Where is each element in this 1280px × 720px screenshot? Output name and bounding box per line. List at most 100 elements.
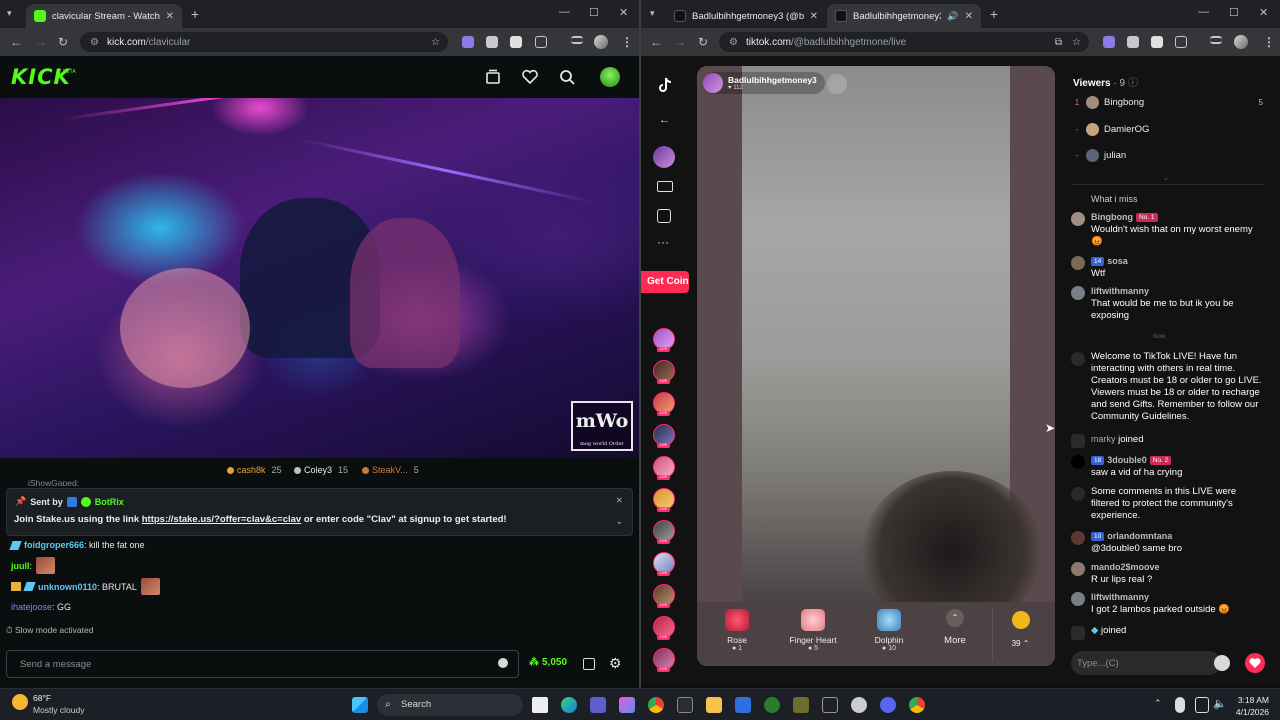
file-explorer-icon[interactable]	[706, 697, 722, 713]
chat-username[interactable]: unknown0110	[38, 582, 97, 592]
more-dots-icon[interactable]: ···	[657, 235, 669, 249]
windows-start-icon[interactable]	[352, 697, 368, 713]
gift-rose[interactable]: Rose ● 1	[707, 609, 767, 652]
get-coins-button[interactable]: Get Coins	[641, 271, 689, 293]
xbox-icon[interactable]	[764, 697, 780, 713]
close-icon[interactable]: ✕	[166, 11, 174, 22]
chat-avatar[interactable]	[1071, 286, 1085, 300]
chat-username[interactable]: orlandomntana	[1107, 531, 1172, 541]
chrome-icon[interactable]	[909, 697, 925, 713]
host-avatar[interactable]	[703, 73, 723, 93]
discord-icon[interactable]	[880, 697, 896, 713]
epic-games-icon[interactable]	[822, 697, 838, 713]
info-icon[interactable]: ⓘ	[1128, 78, 1138, 89]
expand-chevron-icon[interactable]: ⌄	[1163, 174, 1169, 182]
address-bar[interactable]: ⚙ tiktok.com/@badlulbihhgetmone/live ⧉ ☆	[719, 32, 1089, 52]
top-viewer[interactable]: - julian	[1073, 148, 1263, 162]
extension-icon[interactable]	[1127, 36, 1139, 48]
chevron-down-icon[interactable]: ⌄	[615, 516, 623, 527]
tray-chevron-icon[interactable]: ⌃	[1154, 698, 1162, 709]
volume-icon[interactable]: 🔈	[1213, 697, 1227, 710]
top-gifter[interactable]: Coley3 15	[294, 465, 348, 475]
live-channel-avatar[interactable]: LIVE	[653, 552, 675, 576]
kick-logo[interactable]: KICK	[11, 65, 71, 89]
bookmark-star-icon[interactable]: ☆	[431, 37, 440, 48]
chat-username[interactable]: 3double0	[1107, 455, 1147, 465]
clock-time[interactable]: 3:18 AM	[1233, 695, 1269, 705]
minimize-icon[interactable]: —	[559, 6, 570, 18]
window-close-icon[interactable]: ✕	[619, 6, 628, 19]
unpin-icon[interactable]: ⨯	[615, 495, 623, 506]
menu-dots-icon[interactable]: ⋮	[1263, 35, 1275, 49]
back-icon[interactable]: ←	[650, 35, 662, 49]
media-controls-icon[interactable]	[1210, 36, 1222, 44]
gift-finger-heart[interactable]: Finger Heart ● 5	[783, 609, 843, 652]
clock-date[interactable]: 4/1/2026	[1233, 707, 1269, 717]
gift-icon[interactable]	[583, 658, 595, 670]
user-avatar[interactable]	[600, 67, 620, 87]
tab-tiktok-1[interactable]: Badlulbihhgetmoney3 (@badlu ✕	[666, 4, 826, 28]
pinned-link[interactable]: https://stake.us/?offer=clav&c=clav	[142, 514, 301, 525]
profile-avatar-icon[interactable]	[1234, 35, 1248, 49]
top-gifter[interactable]: SteakV... 5	[362, 465, 419, 475]
site-info-icon[interactable]: ⚙	[729, 37, 738, 48]
reload-icon[interactable]: ↻	[58, 35, 68, 49]
copilot-icon[interactable]	[619, 697, 635, 713]
extensions-puzzle-icon[interactable]	[535, 36, 547, 48]
live-channel-avatar[interactable]: LIVE	[653, 520, 675, 544]
live-channel-avatar[interactable]: LIVE	[653, 328, 675, 352]
stream-video[interactable]	[0, 98, 639, 458]
top-viewer[interactable]: - DamierOG	[1073, 122, 1263, 136]
live-channel-avatar[interactable]: LIVE	[653, 648, 675, 672]
live-channel-avatar[interactable]: LIVE	[653, 392, 675, 416]
temperature[interactable]: 68°F	[33, 693, 51, 703]
live-channel-avatar[interactable]: LIVE	[653, 616, 675, 640]
emoji-icon[interactable]	[498, 658, 508, 668]
top-viewer[interactable]: 1 Bingbong 5	[1073, 95, 1263, 109]
app-icon[interactable]	[793, 697, 809, 713]
live-channel-avatar[interactable]: LIVE	[653, 456, 675, 480]
chat-username[interactable]: Bingbong	[1091, 212, 1133, 222]
live-video[interactable]	[742, 66, 1042, 631]
back-icon[interactable]: ←	[10, 35, 22, 49]
bookmark-star-icon[interactable]: ☆	[1072, 37, 1081, 48]
live-channel-avatar[interactable]: LIVE	[653, 584, 675, 608]
tab-kick[interactable]: clavicular Stream - Watch Live o ✕	[26, 4, 182, 28]
maximize-icon[interactable]: ☐	[589, 6, 599, 19]
profile-avatar-icon[interactable]	[594, 35, 608, 49]
forward-icon[interactable]: →	[35, 35, 47, 49]
tab-search-icon[interactable]: ▾	[650, 8, 655, 19]
chat-avatar[interactable]	[1071, 592, 1085, 606]
chat-username[interactable]: foidgroper666	[24, 540, 84, 550]
forward-icon[interactable]: →	[674, 35, 686, 49]
explore-icon[interactable]	[657, 209, 671, 223]
window-close-icon[interactable]: ✕	[1259, 6, 1268, 19]
close-icon[interactable]: ✕	[965, 11, 973, 22]
weather-icon[interactable]	[12, 694, 28, 710]
live-channel-avatar[interactable]: LIVE	[653, 488, 675, 512]
settings-gear-icon[interactable]: ⚙	[609, 655, 622, 672]
extension-icon[interactable]	[510, 36, 522, 48]
task-view-icon[interactable]	[532, 697, 548, 713]
new-tab-button[interactable]: +	[186, 6, 204, 22]
microphone-icon[interactable]	[1175, 697, 1185, 713]
like-heart-button[interactable]	[1245, 653, 1265, 673]
extension-icon[interactable]	[1103, 36, 1115, 48]
media-controls-icon[interactable]	[571, 36, 583, 44]
chat-username[interactable]: marky	[1091, 434, 1116, 444]
chat-username[interactable]: liftwithmanny	[1091, 592, 1149, 602]
back-arrow-icon[interactable]: ←	[659, 114, 670, 126]
pinned-sender[interactable]: BotRix	[95, 497, 124, 507]
gift-dolphin[interactable]: Dolphin ● 10	[859, 609, 919, 652]
emoji-icon[interactable]	[1214, 655, 1230, 671]
chat-username[interactable]: sosa	[1107, 256, 1128, 266]
search-icon[interactable]	[558, 68, 576, 86]
extension-icon[interactable]	[462, 36, 474, 48]
reload-icon[interactable]: ↻	[698, 35, 708, 49]
menu-dots-icon[interactable]: ⋮	[621, 35, 633, 49]
host-info[interactable]: Badlulbihhgetmoney3 ♥ 112	[703, 72, 825, 94]
coins-button[interactable]: 39 ⌃	[992, 607, 1048, 662]
weather-text[interactable]: Mostly cloudy	[33, 705, 85, 715]
profile-avatar[interactable]	[653, 146, 675, 168]
chrome-icon[interactable]	[648, 697, 664, 713]
